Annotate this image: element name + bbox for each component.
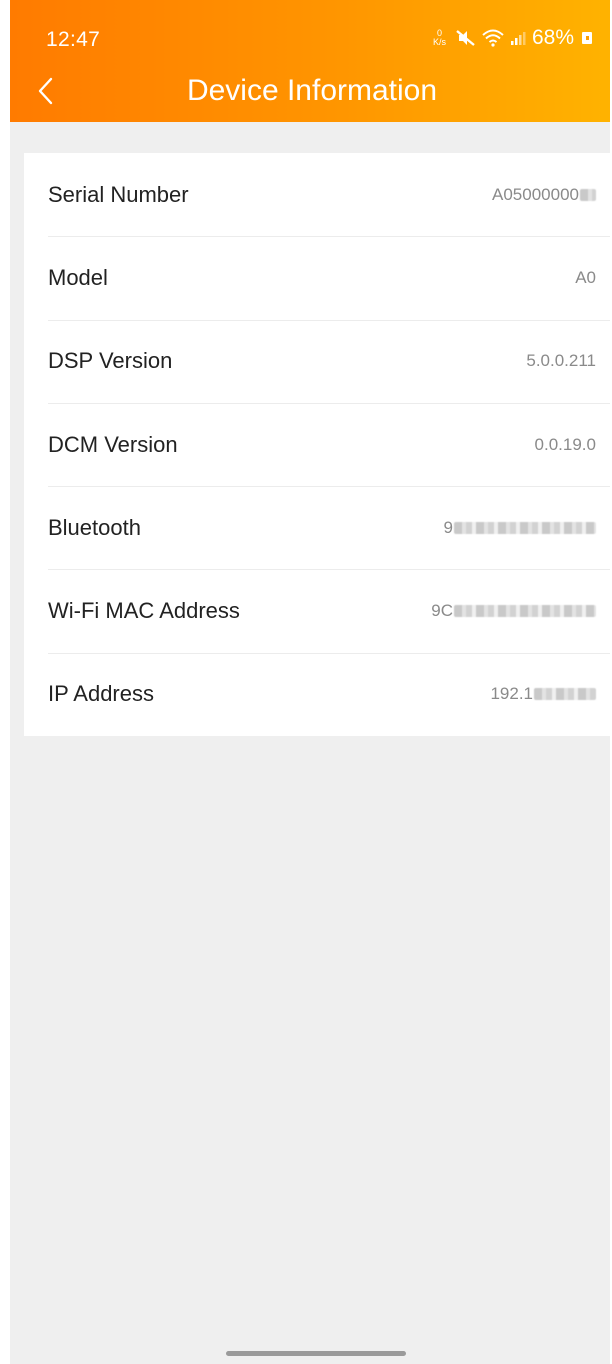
info-value: 9C — [431, 601, 453, 621]
info-value-wrap: 9 — [444, 518, 596, 538]
header-bar: 12:47 0 K/s 68% Device Information — [10, 0, 610, 122]
network-speed-icon: 0 K/s — [433, 29, 446, 47]
mute-icon — [456, 30, 475, 46]
page-title: Device Information — [186, 74, 438, 107]
info-row-serial-number: Serial Number A05000000 — [24, 153, 610, 236]
info-label: DCM Version — [48, 431, 178, 457]
info-value-wrap: 192.1 — [490, 684, 596, 704]
info-row-dsp-version: DSP Version 5.0.0.211 — [24, 319, 610, 403]
info-value-wrap: A05000000 — [492, 185, 596, 205]
redacted-block — [580, 188, 596, 201]
redacted-block — [454, 605, 596, 618]
info-label: Bluetooth — [48, 514, 141, 540]
battery-percent: 68% — [531, 26, 574, 49]
info-label: DSP Version — [48, 348, 173, 374]
net-speed-unit: K/s — [432, 37, 446, 47]
home-indicator[interactable] — [226, 1351, 406, 1356]
info-row-model: Model A0 — [24, 236, 610, 319]
wifi-icon — [482, 29, 504, 47]
status-time: 12:47 — [46, 28, 101, 51]
info-row-wifi-mac-address: Wi-Fi MAC Address 9C — [24, 569, 610, 652]
info-value: A0 — [575, 267, 596, 287]
info-value: 0.0.19.0 — [534, 434, 596, 454]
info-value: 5.0.0.211 — [526, 351, 596, 371]
device-info-card: Serial Number A05000000 Model A0 DSP Ver… — [24, 153, 610, 737]
redacted-block — [454, 521, 596, 534]
status-bar: 12:47 0 K/s 68% — [10, 0, 610, 70]
info-row-bluetooth: Bluetooth 9 — [24, 486, 610, 569]
info-value-wrap: 9C — [431, 601, 596, 621]
nav-bar: Device Information — [10, 64, 610, 120]
status-icons: 0 K/s 68% — [433, 26, 592, 50]
info-label: Serial Number — [48, 181, 189, 207]
redacted-block — [534, 688, 596, 701]
battery-icon — [582, 32, 592, 44]
info-row-dcm-version: DCM Version 0.0.19.0 — [24, 402, 610, 486]
info-value: 192.1 — [490, 684, 533, 704]
info-label: Wi-Fi MAC Address — [48, 598, 240, 624]
info-label: IP Address — [48, 681, 154, 707]
info-value: 9 — [443, 517, 453, 537]
app-screen: 12:47 0 K/s 68% Device Information Seria… — [0, 0, 612, 1364]
info-label: Model — [48, 264, 108, 290]
signal-icon — [510, 32, 526, 45]
info-row-ip-address: IP Address 192.1 — [24, 652, 610, 736]
info-value: A05000000 — [492, 184, 579, 204]
